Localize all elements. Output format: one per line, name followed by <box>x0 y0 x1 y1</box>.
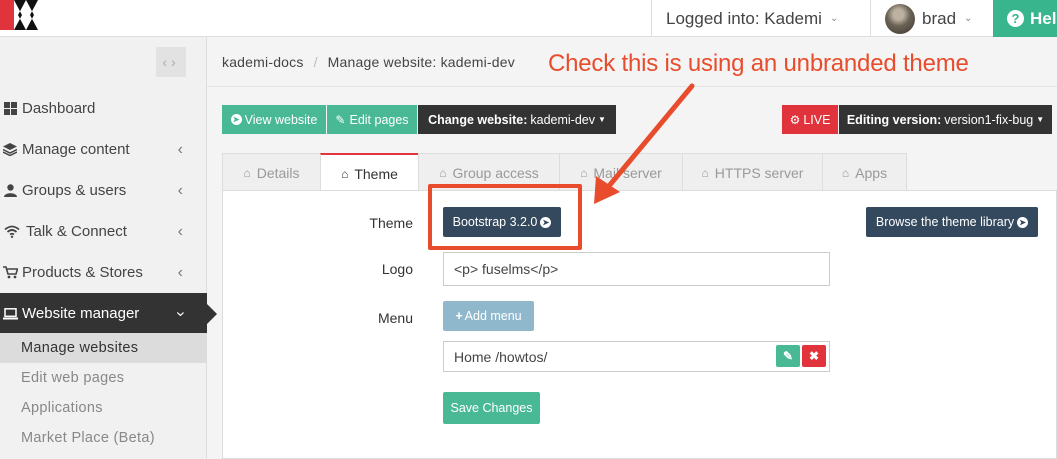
sidebar-sub-market-place[interactable]: Market Place (Beta) <box>0 423 207 453</box>
tab-details[interactable]: ⌂ Details <box>222 153 321 191</box>
breadcrumb-root[interactable]: kademi-docs <box>222 54 304 70</box>
avatar <box>885 3 915 34</box>
edit-icon: ✎ <box>335 112 346 127</box>
sidebar-item-label: Website manager <box>22 305 140 322</box>
sidebar-item-talk-connect[interactable]: Talk & Connect ‹ <box>0 211 207 252</box>
editing-version-value: version1-fix-bug <box>944 112 1034 127</box>
sidebar-item-label: Groups & users <box>22 182 127 199</box>
user-menu[interactable]: brad ⌄ <box>870 0 993 37</box>
change-website-label: Change website: <box>428 112 528 127</box>
home-icon: ⌂ <box>841 165 850 180</box>
arrow-circle-right-icon: ➤ <box>230 114 242 125</box>
sidebar-item-label: Products & Stores <box>22 264 143 281</box>
caret-down-icon: ▼ <box>1036 115 1045 124</box>
sidebar-item-dashboard[interactable]: Dashboard <box>0 88 207 129</box>
view-website-button[interactable]: ➤ View website <box>222 105 326 134</box>
theme-label: Theme <box>369 215 413 231</box>
tab-theme[interactable]: ⌂ Theme <box>320 153 419 192</box>
sidebar-item-label: Manage content <box>22 141 130 158</box>
account-switcher[interactable]: Logged into: Kademi ⌄ <box>651 0 870 37</box>
user-name: brad <box>922 8 957 28</box>
user-icon <box>0 184 20 197</box>
view-website-label: View website <box>244 112 318 127</box>
chevron-left-icon: ‹ <box>177 140 183 158</box>
close-icon: ✖ <box>808 349 820 363</box>
sidebar-item-label: Talk & Connect <box>26 223 127 240</box>
arrow-circle-right-icon: ➤ <box>1017 216 1029 228</box>
kademi-logo[interactable] <box>0 0 40 30</box>
breadcrumb-separator: / <box>313 53 318 70</box>
browse-button-label: Browse the theme library <box>875 215 1015 229</box>
save-changes-label: Save Changes <box>450 401 533 415</box>
annotation-highlight-box <box>428 184 582 250</box>
editing-version-label: Editing version: <box>846 112 942 127</box>
edit-icon: ✎ <box>782 349 794 363</box>
delete-menu-item-button[interactable]: ✖ <box>802 345 826 367</box>
add-menu-button[interactable]: + Add menu <box>443 301 534 331</box>
logged-into-label: Logged into: Kademi <box>666 8 822 28</box>
chevron-left-icon: ‹ <box>177 222 183 240</box>
tab-apps[interactable]: ⌂ Apps <box>822 153 907 191</box>
active-item-pointer <box>207 304 217 324</box>
sidebar-collapse-button[interactable]: ‹› <box>156 47 186 77</box>
home-icon: ⌂ <box>341 166 349 181</box>
annotation-arrow <box>594 83 695 204</box>
chevron-left-icon: ‹ <box>177 181 183 199</box>
help-button[interactable]: ? Hel <box>993 0 1057 37</box>
logo-label: Logo <box>381 261 413 277</box>
save-changes-button[interactable]: Save Changes <box>443 392 540 424</box>
cart-icon <box>0 266 20 279</box>
tab-label: Details <box>256 164 300 181</box>
wifi-icon <box>0 225 24 238</box>
edit-pages-label: Edit pages <box>349 112 409 127</box>
edit-pages-button[interactable]: ✎ Edit pages <box>327 105 417 134</box>
sidebar-item-products-stores[interactable]: Products & Stores ‹ <box>0 252 207 293</box>
tab-label: Apps <box>855 164 888 181</box>
menu-item-row[interactable]: Home /howtos/ <box>443 341 830 372</box>
plus-icon: + <box>455 309 463 323</box>
sidebar-sub-manage-websites[interactable]: Manage websites <box>0 333 207 363</box>
editing-version-dropdown[interactable]: Editing version: version1-fix-bug ▼ <box>839 105 1052 134</box>
add-menu-label: Add menu <box>464 309 522 323</box>
question-icon: ? <box>1007 10 1024 27</box>
sidebar-sub-edit-web-pages[interactable]: Edit web pages <box>0 363 207 393</box>
sidebar: ‹› Dashboard Manage content ‹ Groups & u… <box>0 37 207 459</box>
sidebar-item-groups-users[interactable]: Groups & users ‹ <box>0 170 207 211</box>
home-icon: ⌂ <box>439 165 447 180</box>
edit-menu-item-button[interactable]: ✎ <box>776 345 800 367</box>
sidebar-sub-applications[interactable]: Applications <box>0 393 207 423</box>
annotation-text: Check this is using an unbranded theme <box>548 50 969 77</box>
top-bar: Logged into: Kademi ⌄ brad ⌄ ? Hel <box>0 0 1057 37</box>
live-label: LIVE <box>803 112 831 127</box>
chevron-down-icon: ⌄ <box>964 13 973 24</box>
chevron-down-icon: ⌄ <box>829 13 839 24</box>
live-badge-button[interactable]: ⚙ LIVE <box>782 105 838 134</box>
tab-label: HTTPS server <box>714 164 804 181</box>
sidebar-item-label: Dashboard <box>22 100 96 117</box>
laptop-icon <box>0 307 20 320</box>
sidebar-item-website-manager[interactable]: Website manager ‹ <box>0 293 207 334</box>
chevron-down-icon: ‹ <box>171 310 189 317</box>
stack-icon <box>0 143 20 156</box>
chevron-left-icon: ‹ <box>177 263 183 281</box>
breadcrumb-current: Manage website: kademi-dev <box>327 53 515 70</box>
sidebar-item-manage-content[interactable]: Manage content ‹ <box>0 129 207 170</box>
home-icon: ⌂ <box>243 165 251 180</box>
logo-input[interactable]: <p> fuselms</p> <box>443 252 830 286</box>
menu-label: Menu <box>377 310 413 326</box>
help-label: Hel <box>1030 8 1057 28</box>
browse-theme-library-button[interactable]: Browse the theme library ➤ <box>866 207 1038 237</box>
tab-label: Theme <box>354 165 398 182</box>
gear-icon: ⚙ <box>789 112 801 127</box>
tab-label: Group access <box>452 164 539 181</box>
menu-item-label: Home /howtos/ <box>454 348 548 365</box>
th-large-icon <box>0 102 20 115</box>
